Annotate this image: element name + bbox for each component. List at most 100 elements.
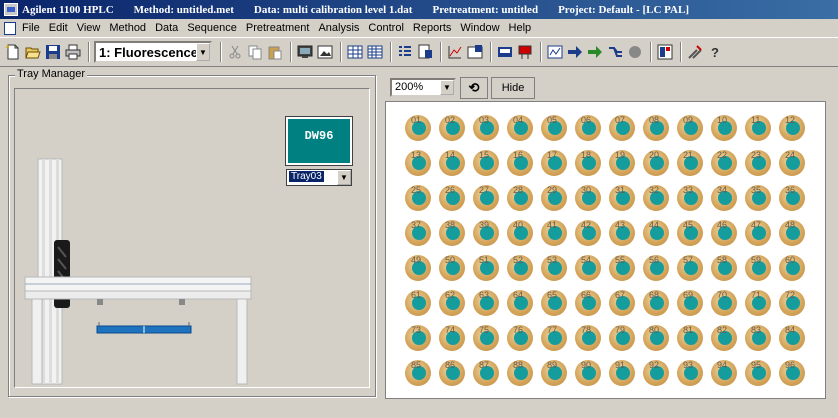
vial-position[interactable]: 05 [541,115,567,141]
vial-position[interactable]: 11 [745,115,771,141]
grid-icon[interactable] [366,43,384,61]
vial-position[interactable]: 63 [473,290,499,316]
table-icon[interactable] [346,43,364,61]
vial-position[interactable]: 56 [643,255,669,281]
vial-position[interactable]: 27 [473,185,499,211]
mode-select[interactable]: 1: Fluorescence ▼ [94,41,212,63]
vial-position[interactable]: 10 [711,115,737,141]
vial-position[interactable]: 13 [405,150,431,176]
analysis-icon[interactable] [466,43,484,61]
menu-data[interactable]: Data [155,22,178,34]
vial-position[interactable]: 40 [507,220,533,246]
paste-icon[interactable] [266,43,284,61]
signal-icon[interactable] [546,43,564,61]
vial-position[interactable]: 75 [473,325,499,351]
print-icon[interactable] [64,43,82,61]
vial-position[interactable]: 25 [405,185,431,211]
vial-position[interactable]: 49 [405,255,431,281]
vial-position[interactable]: 57 [677,255,703,281]
vial-position[interactable]: 30 [575,185,601,211]
vial-position[interactable]: 59 [745,255,771,281]
vial-position[interactable]: 73 [405,325,431,351]
vial-position[interactable]: 17 [541,150,567,176]
copy-icon[interactable] [246,43,264,61]
vial-position[interactable]: 58 [711,255,737,281]
vial-position[interactable]: 16 [507,150,533,176]
vial-position[interactable]: 47 [745,220,771,246]
menu-control[interactable]: Control [368,22,403,34]
zoom-select[interactable]: 200% ▼ [390,78,456,97]
new-icon[interactable] [4,43,22,61]
vial-position[interactable]: 77 [541,325,567,351]
vial-position[interactable]: 18 [575,150,601,176]
menu-analysis[interactable]: Analysis [318,22,359,34]
vial-position[interactable]: 46 [711,220,737,246]
layout-icon[interactable] [656,43,674,61]
vial-position[interactable]: 87 [473,360,499,386]
vial-position[interactable]: 54 [575,255,601,281]
vial-position[interactable]: 51 [473,255,499,281]
hide-button[interactable]: Hide [491,77,535,99]
vial-position[interactable]: 34 [711,185,737,211]
vial-position[interactable]: 74 [439,325,465,351]
vial-position[interactable]: 21 [677,150,703,176]
help-icon[interactable]: ? [706,43,724,61]
vial-position[interactable]: 33 [677,185,703,211]
vial-position[interactable]: 37 [405,220,431,246]
vial-position[interactable]: 90 [575,360,601,386]
vial-position[interactable]: 39 [473,220,499,246]
vial-position[interactable]: 23 [745,150,771,176]
vial-position[interactable]: 55 [609,255,635,281]
image-icon[interactable] [316,43,334,61]
arrow-forward-icon[interactable] [586,43,604,61]
menu-reports[interactable]: Reports [413,22,452,34]
vial-position[interactable]: 68 [643,290,669,316]
vial-position[interactable]: 89 [541,360,567,386]
vial-position[interactable]: 83 [745,325,771,351]
vial-position[interactable]: 06 [575,115,601,141]
vial-position[interactable]: 32 [643,185,669,211]
vial-position[interactable]: 60 [779,255,805,281]
vial-position[interactable]: 15 [473,150,499,176]
vial-position[interactable]: 03 [473,115,499,141]
vial-position[interactable]: 61 [405,290,431,316]
vial-position[interactable]: 81 [677,325,703,351]
vial-position[interactable]: 50 [439,255,465,281]
vial-position[interactable]: 53 [541,255,567,281]
arrow-right-icon[interactable] [566,43,584,61]
vial-position[interactable]: 08 [643,115,669,141]
vial-position[interactable]: 78 [575,325,601,351]
vial-position[interactable]: 22 [711,150,737,176]
chevron-down-icon[interactable]: ▼ [337,170,351,185]
vial-position[interactable]: 48 [779,220,805,246]
vial-position[interactable]: 14 [439,150,465,176]
vial-position[interactable]: 36 [779,185,805,211]
save-icon[interactable] [44,43,62,61]
menu-sequence[interactable]: Sequence [187,22,237,34]
vial-position[interactable]: 86 [439,360,465,386]
vial-position[interactable]: 69 [677,290,703,316]
vial-position[interactable]: 38 [439,220,465,246]
vial-position[interactable]: 02 [439,115,465,141]
vial-position[interactable]: 28 [507,185,533,211]
vial-position[interactable]: 76 [507,325,533,351]
menu-edit[interactable]: Edit [49,22,68,34]
vial-position[interactable]: 70 [711,290,737,316]
vial-position[interactable]: 04 [507,115,533,141]
vial-position[interactable]: 42 [575,220,601,246]
vial-position[interactable]: 09 [677,115,703,141]
vial-position[interactable]: 12 [779,115,805,141]
instrument-icon[interactable] [496,43,514,61]
vial-position[interactable]: 72 [779,290,805,316]
vial-position[interactable]: 52 [507,255,533,281]
flag-icon[interactable] [516,43,534,61]
vial-position[interactable]: 45 [677,220,703,246]
vial-position[interactable]: 35 [745,185,771,211]
vial-position[interactable]: 01 [405,115,431,141]
tools-icon[interactable] [686,43,704,61]
vial-position[interactable]: 20 [643,150,669,176]
cut-icon[interactable] [226,43,244,61]
vial-position[interactable]: 95 [745,360,771,386]
menu-pretreatment[interactable]: Pretreatment [246,22,310,34]
vial-position[interactable]: 07 [609,115,635,141]
